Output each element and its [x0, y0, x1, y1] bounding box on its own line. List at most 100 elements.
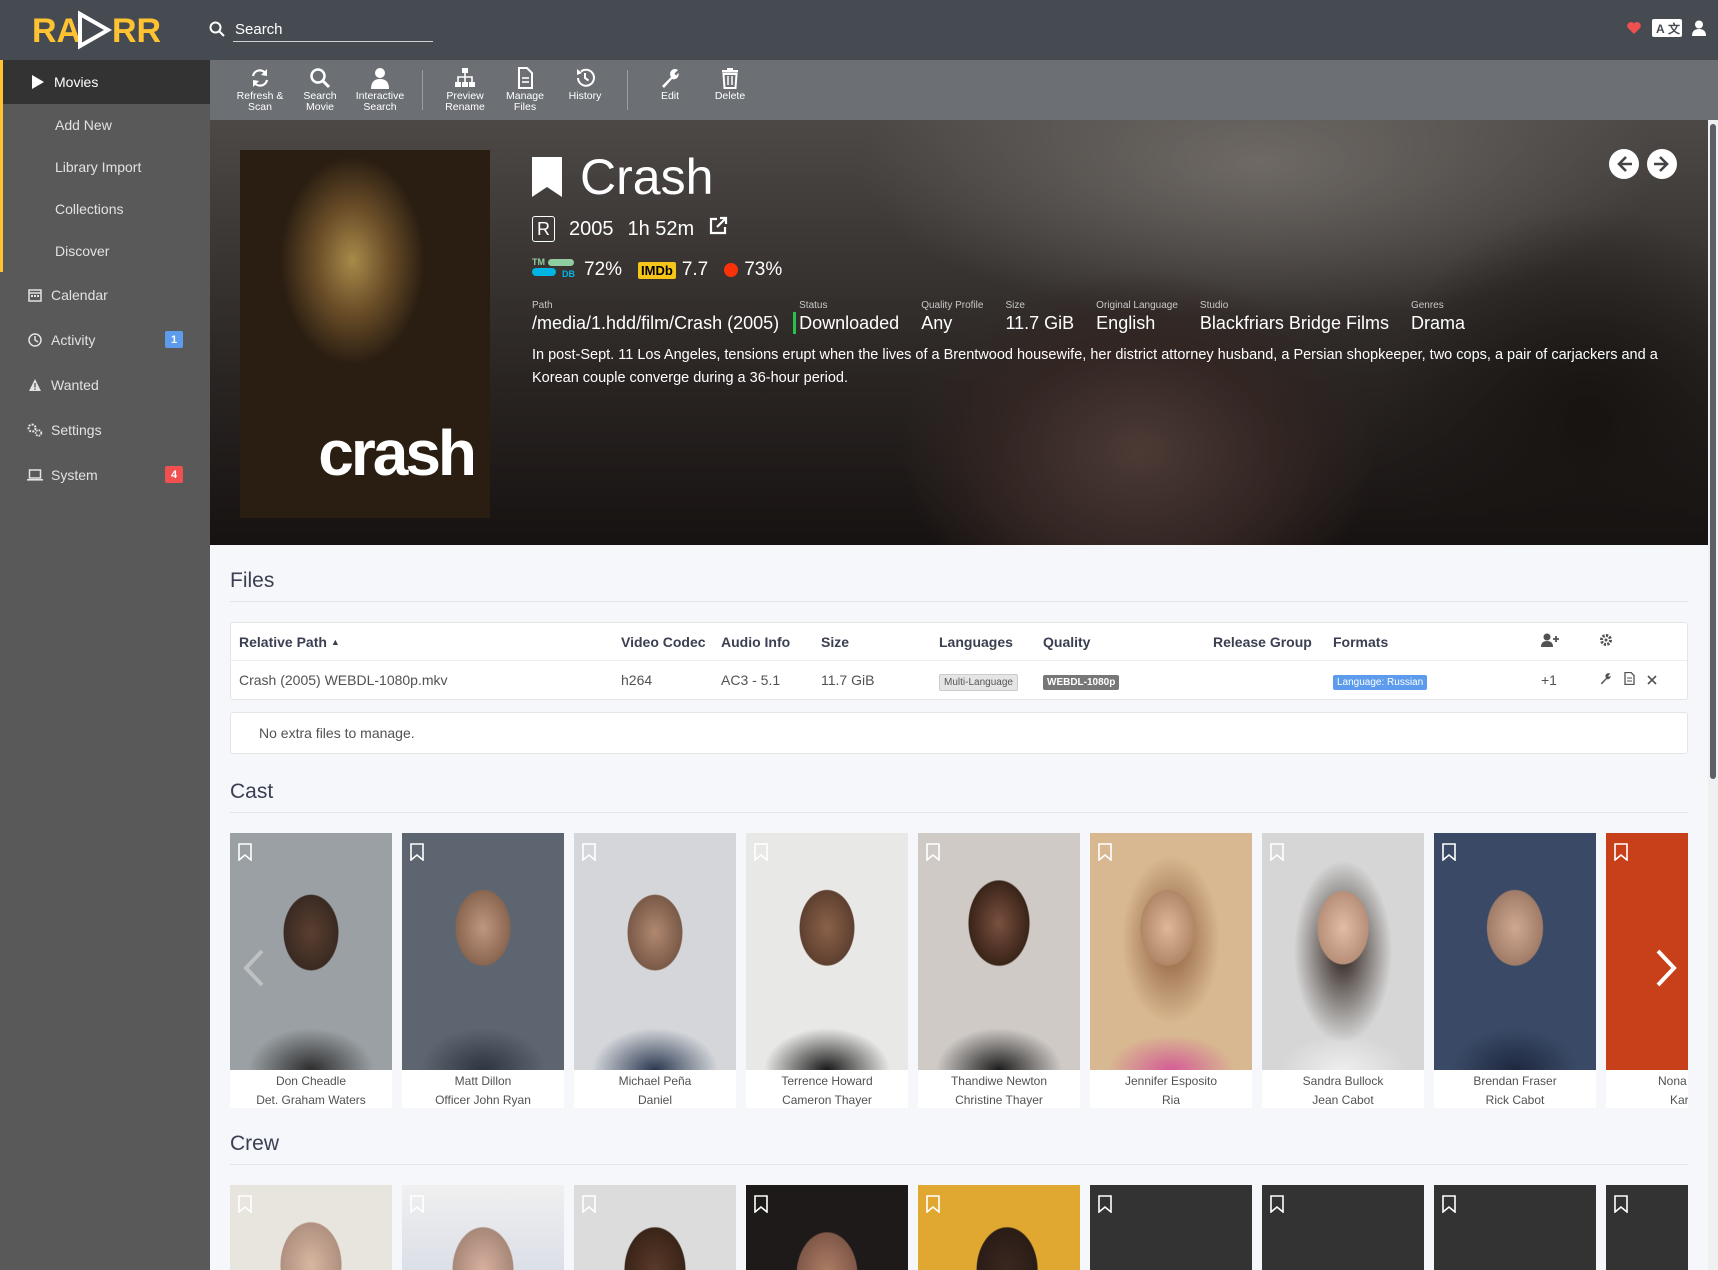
- bookmark-icon[interactable]: [1098, 1195, 1112, 1213]
- sidebar-item-settings[interactable]: Settings: [0, 407, 210, 452]
- cast-name: Don Cheadle: [275, 1074, 347, 1088]
- bookmark-icon[interactable]: [1442, 843, 1456, 861]
- crew-card[interactable]: [1434, 1185, 1596, 1270]
- bookmark-icon[interactable]: [238, 843, 252, 861]
- cast-card[interactable]: Sandra Bullock Jean Cabot: [1262, 833, 1424, 1108]
- trash-icon: [722, 68, 738, 89]
- sidebar-item-label: System: [51, 466, 98, 483]
- bookmark-icon[interactable]: [582, 843, 596, 861]
- bookmark-icon[interactable]: [532, 157, 562, 197]
- crew-card[interactable]: [1606, 1185, 1688, 1270]
- bookmark-icon[interactable]: [1442, 1195, 1456, 1213]
- cast-card[interactable]: Jennifer Esposito Ria: [1090, 833, 1252, 1108]
- bookmark-icon[interactable]: [754, 1195, 768, 1213]
- bookmark-icon[interactable]: [1270, 843, 1284, 861]
- person-photo: [918, 833, 1080, 1070]
- page-scrollbar[interactable]: [1708, 120, 1718, 1270]
- cast-name: Matt Dillon: [454, 1074, 512, 1088]
- edit-button[interactable]: Edit: [640, 60, 700, 120]
- search-movie-button[interactable]: Search Movie: [290, 60, 350, 120]
- cast-card[interactable]: Michael Peña Daniel: [574, 833, 736, 1108]
- sidebar-subitem-discover[interactable]: Discover: [3, 230, 210, 272]
- refresh-scan-button[interactable]: Refresh & Scan: [230, 60, 290, 120]
- sidebar-item-movies[interactable]: Movies: [3, 60, 210, 104]
- col-video-codec[interactable]: Video Codec: [621, 634, 721, 650]
- file-size: 11.7 GiB: [821, 672, 875, 688]
- bookmark-icon[interactable]: [926, 843, 940, 861]
- bookmark-icon[interactable]: [1270, 1195, 1284, 1213]
- language-label: Multi-Language: [939, 674, 1018, 691]
- close-icon[interactable]: [1647, 672, 1657, 688]
- col-release-group[interactable]: Release Group: [1213, 634, 1333, 650]
- crew-card[interactable]: [918, 1185, 1080, 1270]
- col-formats[interactable]: Formats: [1333, 634, 1541, 650]
- radarr-logo[interactable]: RA RR: [32, 8, 160, 52]
- sidebar-item-activity[interactable]: Activity 1: [0, 317, 210, 362]
- bookmark-icon[interactable]: [238, 1195, 252, 1213]
- next-movie-button[interactable]: [1646, 148, 1678, 185]
- search-icon: [310, 68, 331, 89]
- sidebar-item-system[interactable]: System 4: [0, 452, 210, 497]
- bookmark-icon[interactable]: [754, 843, 768, 861]
- toolbar-label: Search Movie: [303, 90, 337, 113]
- files-table: Relative Path ▲ Video Codec Audio Info S…: [230, 622, 1688, 700]
- crew-card[interactable]: [1262, 1185, 1424, 1270]
- bookmark-icon[interactable]: [410, 843, 424, 861]
- scrollbar-thumb[interactable]: [1710, 124, 1716, 779]
- crew-card[interactable]: [402, 1185, 564, 1270]
- cast-card[interactable]: Terrence Howard Cameron Thayer: [746, 833, 908, 1108]
- bookmark-icon[interactable]: [1098, 843, 1112, 861]
- crew-heading: Crew: [230, 1132, 1688, 1165]
- heart-icon[interactable]: [1626, 20, 1642, 36]
- carousel-next-icon[interactable]: [1650, 948, 1680, 988]
- cast-name: Jennifer Esposito: [1124, 1074, 1218, 1088]
- format-label: Language: Russian: [1333, 675, 1428, 690]
- delete-button[interactable]: Delete: [700, 60, 760, 120]
- media-info-icon[interactable]: [1624, 671, 1635, 688]
- crew-card[interactable]: [574, 1185, 736, 1270]
- cast-card[interactable]: Thandiwe Newton Christine Thayer: [918, 833, 1080, 1108]
- user-icon[interactable]: [1692, 20, 1706, 36]
- bookmark-icon[interactable]: [926, 1195, 940, 1213]
- cast-card[interactable]: Brendan Fraser Rick Cabot: [1434, 833, 1596, 1108]
- history-button[interactable]: History: [555, 60, 615, 120]
- sitemap-icon: [455, 68, 475, 87]
- tmdb-rating: 72%: [584, 259, 623, 280]
- translate-icon[interactable]: A文: [1652, 19, 1682, 37]
- bookmark-icon[interactable]: [1614, 843, 1628, 861]
- cast-card[interactable]: Matt Dillon Officer John Ryan: [402, 833, 564, 1108]
- sidebar-subitem-library-import[interactable]: Library Import: [3, 146, 210, 188]
- sidebar-item-wanted[interactable]: Wanted: [0, 362, 210, 407]
- wrench-icon[interactable]: [1599, 672, 1612, 688]
- external-link-icon[interactable]: [708, 216, 728, 242]
- col-relative-path[interactable]: Relative Path ▲: [239, 634, 621, 650]
- col-quality[interactable]: Quality: [1043, 634, 1213, 650]
- bookmark-icon[interactable]: [410, 1195, 424, 1213]
- bookmark-icon[interactable]: [1614, 1195, 1628, 1213]
- search-input[interactable]: [233, 18, 433, 42]
- col-audio-info[interactable]: Audio Info: [721, 634, 821, 650]
- manage-files-button[interactable]: Manage Files: [495, 60, 555, 120]
- cast-carousel: Don Cheadle Det. Graham Waters Matt Dill…: [230, 833, 1688, 1108]
- toolbar-separator: [422, 70, 423, 110]
- crew-card[interactable]: [230, 1185, 392, 1270]
- file-audio: AC3 - 5.1: [721, 672, 781, 688]
- bookmark-icon[interactable]: [582, 1195, 596, 1213]
- person-photo: [746, 1185, 908, 1270]
- sidebar-item-calendar[interactable]: Calendar: [0, 272, 210, 317]
- clock-icon: [27, 332, 43, 348]
- crew-card[interactable]: [746, 1185, 908, 1270]
- sidebar-subitem-add-new[interactable]: Add New: [3, 104, 210, 146]
- previous-movie-button[interactable]: [1608, 148, 1640, 185]
- interactive-search-button[interactable]: Interactive Search: [350, 60, 410, 120]
- carousel-prev-icon[interactable]: [240, 948, 270, 988]
- cast-name: Sandra Bullock: [1302, 1074, 1384, 1088]
- table-options-icon[interactable]: [1599, 633, 1613, 650]
- col-size[interactable]: Size: [821, 634, 939, 650]
- preview-rename-button[interactable]: Preview Rename: [435, 60, 495, 120]
- sidebar-subitem-collections[interactable]: Collections: [3, 188, 210, 230]
- crew-card[interactable]: [1090, 1185, 1252, 1270]
- col-languages[interactable]: Languages: [939, 634, 1043, 650]
- cast-role: Christine Thayer: [955, 1093, 1043, 1107]
- sidebar-item-label: Movies: [54, 74, 99, 90]
